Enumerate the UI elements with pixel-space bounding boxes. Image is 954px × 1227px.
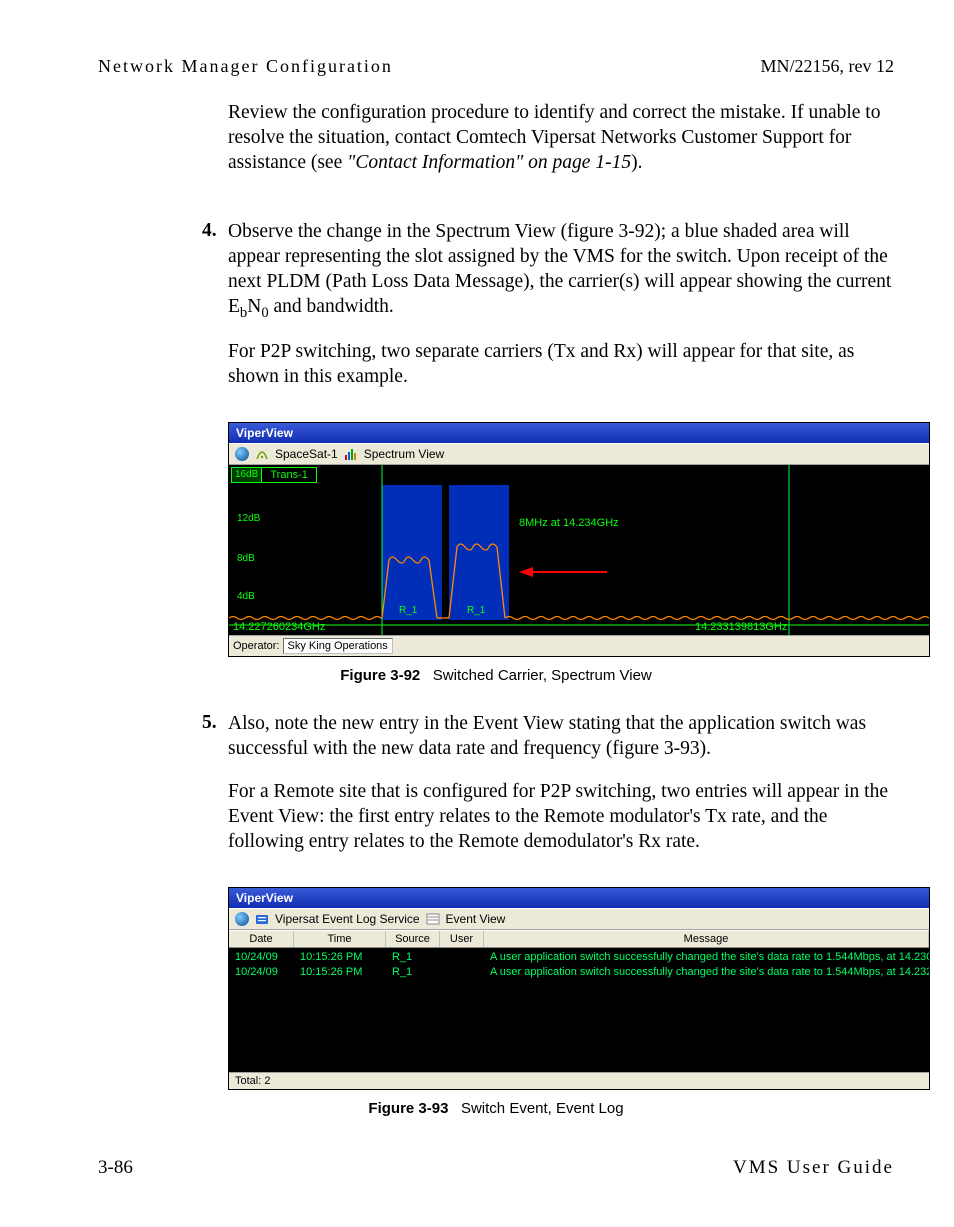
figure-3-92: ViperView SpaceSat-1 Spectrum View (228, 422, 930, 657)
operator-label: Operator: (233, 640, 279, 652)
ytick-4db: 4dB (237, 591, 255, 602)
cell-message: A user application switch successfully c… (484, 950, 929, 965)
intro-paragraph: Review the configuration procedure to id… (228, 101, 894, 176)
fig92-caption-num: Figure 3-92 (340, 667, 420, 684)
step-4-paragraph-1: Observe the change in the Spectrum View … (228, 220, 894, 322)
page-footer: 3-86 VMS User Guide (98, 1157, 894, 1179)
step-5-paragraph-2: For a Remote site that is configured for… (228, 780, 894, 855)
window-titlebar[interactable]: ViperView (229, 423, 929, 443)
freq-left-label: 14.227260234GHz (233, 621, 325, 633)
breadcrumb-spacesat[interactable]: SpaceSat-1 (275, 447, 338, 461)
breadcrumb-toolbar-2: Vipersat Event Log Service Event View (229, 908, 929, 930)
event-statusbar: Total: 2 (229, 1072, 929, 1089)
arrow-annotation (519, 565, 609, 579)
ytick-8db: 8dB (237, 553, 255, 564)
operator-value: Sky King Operations (283, 638, 393, 654)
gain-label: 16dB (231, 467, 261, 483)
header-section-title: Network Manager Configuration (98, 56, 393, 77)
cell-time: 10:15:26 PM (294, 950, 386, 965)
step-4-number: 4. (202, 220, 228, 408)
globe-icon[interactable] (235, 447, 249, 461)
header-doc-id: MN/22156, rev 12 (761, 56, 895, 77)
fig93-caption-num: Figure 3-93 (368, 1100, 448, 1117)
channel-label-left: R_1 (399, 605, 417, 616)
ytick-12db: 12dB (237, 513, 260, 524)
step4-sub-0: 0 (261, 305, 268, 321)
fig93-caption-text: Switch Event, Event Log (461, 1100, 624, 1117)
cell-time: 10:15:26 PM (294, 965, 386, 980)
breadcrumb-toolbar: SpaceSat-1 Spectrum View (229, 443, 929, 465)
event-row[interactable]: 10/24/09 10:15:26 PM R_1 A user applicat… (229, 950, 929, 965)
center-freq-label: 8MHz at 14.234GHz (519, 517, 619, 529)
intro-block: Review the configuration procedure to id… (228, 101, 894, 176)
intro-text-2: ). (631, 152, 642, 173)
spectrum-svg (229, 465, 929, 635)
channel-label-right: R_1 (467, 605, 485, 616)
list-icon[interactable] (426, 912, 440, 926)
transponder-name: Trans-1 (261, 467, 317, 483)
transponder-tab[interactable]: 16dB Trans-1 (231, 467, 317, 483)
figure-3-92-caption: Figure 3-92 Switched Carrier, Spectrum V… (98, 667, 894, 684)
cell-source: R_1 (386, 965, 440, 980)
satellite-icon[interactable] (255, 447, 269, 461)
cell-source: R_1 (386, 950, 440, 965)
step-5-number: 5. (202, 712, 228, 873)
cell-user (440, 965, 484, 980)
col-source[interactable]: Source (386, 931, 440, 947)
breadcrumb-event-view[interactable]: Event View (446, 912, 506, 926)
fig92-caption-text: Switched Carrier, Spectrum View (433, 667, 652, 684)
event-list[interactable]: 10/24/09 10:15:26 PM R_1 A user applicat… (229, 948, 929, 1072)
cell-message: A user application switch successfully c… (484, 965, 929, 980)
step-5-paragraph-1: Also, note the new entry in the Event Vi… (228, 712, 894, 762)
page-header: Network Manager Configuration MN/22156, … (98, 56, 894, 77)
freq-right-label: 14.233139813GHz (695, 621, 787, 633)
step-4: 4. Observe the change in the Spectrum Vi… (202, 220, 894, 408)
step-4-paragraph-2: For P2P switching, two separate carriers… (228, 340, 894, 390)
window-titlebar-2[interactable]: ViperView (229, 888, 929, 908)
intro-link[interactable]: "Contact Information" on page 1-15 (347, 152, 631, 173)
step4-t3: and bandwidth. (269, 296, 394, 317)
operator-statusbar: Operator: Sky King Operations (229, 635, 929, 656)
cell-date: 10/24/09 (229, 965, 294, 980)
breadcrumb-spectrum-view[interactable]: Spectrum View (364, 447, 444, 461)
breadcrumb-log-service[interactable]: Vipersat Event Log Service (275, 912, 420, 926)
figure-3-93: ViperView Vipersat Event Log Service Eve… (228, 887, 930, 1090)
log-service-icon[interactable] (255, 912, 269, 926)
col-time[interactable]: Time (294, 931, 386, 947)
step-5: 5. Also, note the new entry in the Event… (202, 712, 894, 873)
page-number: 3-86 (98, 1157, 133, 1179)
col-date[interactable]: Date (229, 931, 294, 947)
spectrum-canvas[interactable]: 16dB Trans-1 12dB 8dB 4dB R_1 R_1 8MHz a… (229, 465, 929, 635)
cell-date: 10/24/09 (229, 950, 294, 965)
figure-3-93-caption: Figure 3-93 Switch Event, Event Log (98, 1100, 894, 1117)
footer-doc-title: VMS User Guide (733, 1157, 894, 1179)
spectrum-icon[interactable] (344, 447, 358, 461)
col-message[interactable]: Message (484, 931, 929, 947)
event-columns-header: Date Time Source User Message (229, 930, 929, 948)
event-row[interactable]: 10/24/09 10:15:26 PM R_1 A user applicat… (229, 965, 929, 980)
step4-t2: N (247, 296, 261, 317)
cell-user (440, 950, 484, 965)
col-user[interactable]: User (440, 931, 484, 947)
globe-icon[interactable] (235, 912, 249, 926)
